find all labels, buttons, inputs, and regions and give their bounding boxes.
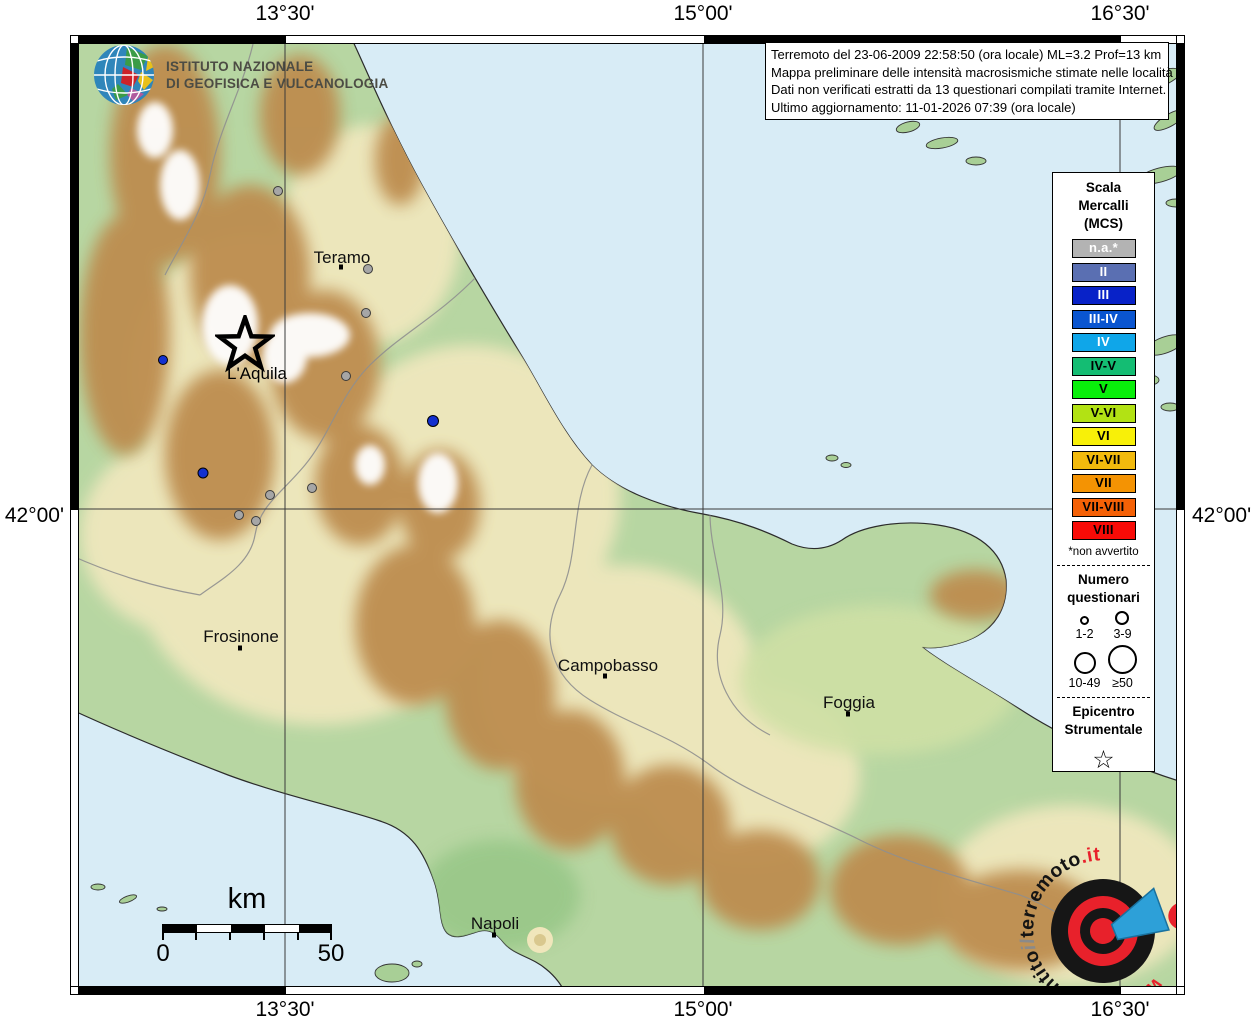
questionnaire-size: ≥50 — [1107, 645, 1139, 690]
longitude-label: 16°30' — [1090, 2, 1149, 26]
frame-left — [70, 35, 79, 995]
mcs-chip-iii: III — [1072, 286, 1136, 305]
intensity-point-na — [251, 516, 261, 526]
longitude-label: 13°30' — [255, 2, 314, 26]
mcs-chip-vii-viii: VII-VIII — [1072, 498, 1136, 517]
size-label: 3-9 — [1113, 627, 1131, 641]
city-frosinone: Frosinone — [203, 627, 279, 647]
questionnaire-title-line1: Numero — [1067, 571, 1140, 589]
size-label: 10-49 — [1069, 676, 1101, 690]
city-campobasso: Campobasso — [558, 656, 658, 676]
map-area: TeramoFrosinoneCampobassoFoggiaNapoli L'… — [70, 35, 1185, 995]
questionnaire-size: 3-9 — [1107, 611, 1139, 641]
info-line: Ultimo aggiornamento: 11-01-2026 07:39 (… — [771, 99, 1163, 117]
mcs-chip-viii: VIII — [1072, 521, 1136, 540]
mcs-chip-v-vi: V-VI — [1072, 404, 1136, 423]
info-line: Mappa preliminare delle intensità macros… — [771, 64, 1163, 82]
city-marker — [492, 933, 496, 938]
info-line: Dati non verificati estratti da 13 quest… — [771, 81, 1163, 99]
circle-symbol — [1080, 616, 1089, 625]
map-canvas: 13°30' 15°00' 16°30' 13°30' 15°00' 16°30' 42… — [0, 0, 1255, 1024]
scale-start-label: 0 — [156, 940, 169, 968]
epicenter-star-symbol: ☆ — [1092, 747, 1114, 773]
longitude-label: 15°00' — [673, 2, 732, 26]
intensity-point-na — [273, 186, 283, 196]
legend-footnote: *non avvertito — [1068, 546, 1138, 558]
city-foggia: Foggia — [823, 693, 875, 713]
legend-divider — [1057, 565, 1150, 566]
ingv-globe-icon — [92, 43, 156, 107]
mcs-chip-v: V — [1072, 380, 1136, 399]
haisentitoilterremoto-logo: ? www.haisentitoilterremoto.it — [1013, 841, 1185, 995]
earthquake-info-box: Terremoto del 23-06-2009 22:58:50 (ora l… — [765, 42, 1169, 120]
mcs-chip-iv-v: IV-V — [1072, 357, 1136, 376]
intensity-point-iii — [158, 355, 168, 365]
intensity-point-na — [234, 510, 244, 520]
mcs-chip-vii: VII — [1072, 474, 1136, 493]
longitude-labels-top: 13°30' 15°00' 16°30' — [0, 2, 1255, 30]
circle-symbol — [1115, 611, 1129, 625]
epicenter-title-line1: Epicentro — [1064, 703, 1142, 721]
latitude-label-left: 42°00' — [0, 504, 64, 528]
mcs-chip-vi: VI — [1072, 427, 1136, 446]
mcs-chip-na: n.a.* — [1072, 239, 1136, 258]
circle-symbol — [1074, 652, 1096, 674]
size-label: ≥50 — [1112, 676, 1133, 690]
mcs-chip-iv: IV — [1072, 333, 1136, 352]
mcs-chip-iii-iv: III-IV — [1072, 310, 1136, 329]
questionnaire-size: 10-49 — [1069, 645, 1101, 690]
ingv-name-line2: DI GEOFISICA E VULCANOLOGIA — [166, 75, 388, 92]
intensity-point-na — [307, 483, 317, 493]
scale-bar: km 0 50 — [150, 883, 350, 966]
city-marker — [846, 712, 850, 717]
longitude-label: 13°30' — [255, 998, 314, 1022]
city-marker — [339, 265, 343, 270]
scale-bar-segments — [162, 924, 332, 933]
intensity-point-na — [265, 490, 275, 500]
circle-symbol — [1108, 645, 1137, 674]
latitude-label-right: 42°00' — [1192, 504, 1255, 528]
epicenter-title-line2: Strumentale — [1064, 721, 1142, 739]
longitude-labels-bottom: 13°30' 15°00' 16°30' — [0, 998, 1255, 1024]
info-line: Terremoto del 23-06-2009 22:58:50 (ora l… — [771, 46, 1163, 64]
intensity-point-iii — [198, 468, 209, 479]
questionnaire-title-line2: questionari — [1067, 589, 1140, 607]
legend-panel: Scala Mercalli (MCS) n.a.*IIIIIIII-IVIVI… — [1052, 172, 1155, 772]
questionnaire-size-legend: 1-2 3-9 10-49 ≥50 — [1069, 611, 1139, 690]
intensity-point-na — [361, 308, 371, 318]
size-label: 1-2 — [1075, 627, 1093, 641]
legend-divider2 — [1057, 697, 1150, 698]
ingv-logo: ISTITUTO NAZIONALE DI GEOFISICA E VULCAN… — [92, 43, 388, 107]
scale-bar-ticks — [162, 933, 332, 940]
longitude-label: 16°30' — [1090, 998, 1149, 1022]
city-napoli: Napoli — [471, 914, 519, 934]
mcs-chip-ii: II — [1072, 263, 1136, 282]
city-marker — [238, 646, 242, 651]
mcs-scale-chips: n.a.*IIIIIIII-IVIVIV-VVV-VIVIVI-VIIVIIVI… — [1072, 239, 1136, 540]
longitude-label: 15°00' — [673, 998, 732, 1022]
ingv-name-line1: ISTITUTO NAZIONALE — [166, 58, 388, 75]
legend-title-line2: Mercalli — [1078, 197, 1128, 215]
mcs-chip-vi-vii: VI-VII — [1072, 451, 1136, 470]
epicenter-city-label: L'Aquila — [227, 364, 287, 384]
scale-unit-label: km — [162, 883, 332, 916]
city-marker — [603, 674, 607, 679]
frame-right — [1176, 35, 1185, 995]
intensity-point-iii — [427, 415, 439, 427]
scale-end-label: 50 — [318, 940, 345, 968]
legend-title-line3: (MCS) — [1078, 215, 1128, 233]
frame-bottom — [70, 986, 1185, 995]
legend-title-line1: Scala — [1078, 179, 1128, 197]
intensity-point-na — [341, 371, 351, 381]
questionnaire-size: 1-2 — [1069, 611, 1101, 641]
